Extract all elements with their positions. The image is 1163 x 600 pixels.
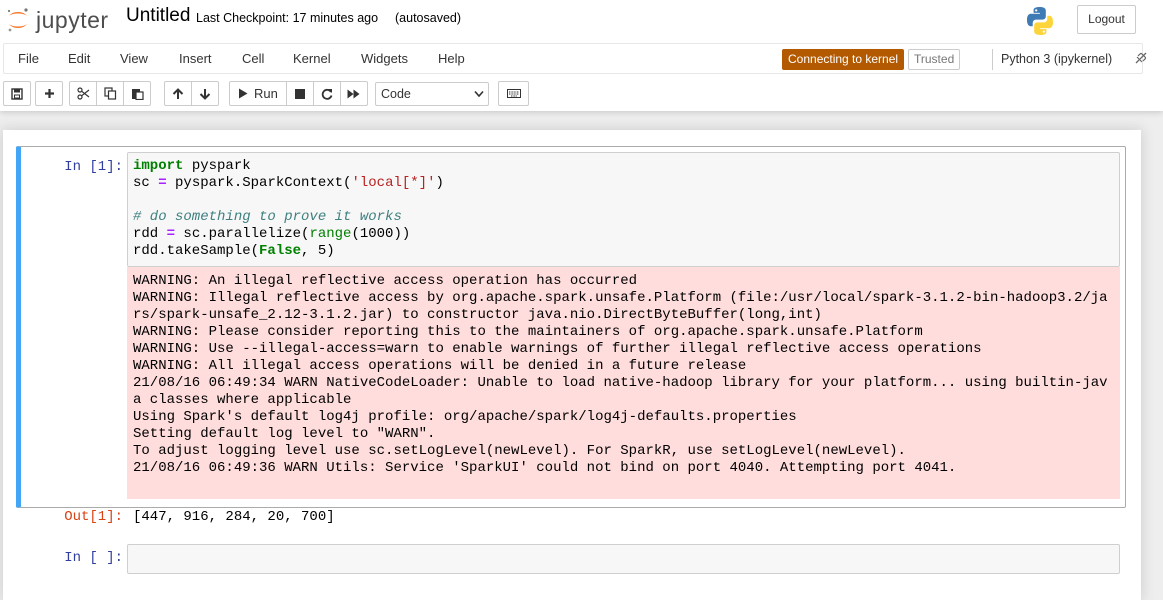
trusted-button[interactable]: Trusted <box>908 49 961 70</box>
run-label: Run <box>254 86 278 101</box>
paste-button[interactable] <box>123 81 151 106</box>
save-button[interactable] <box>3 81 31 106</box>
restart-icon <box>321 88 333 100</box>
stderr-line: WARNING: An illegal reflective access op… <box>133 273 638 289</box>
restart-button[interactable] <box>312 81 341 106</box>
kernel-name-area: Python 3 (ipykernel) <box>992 49 1112 70</box>
cut-button[interactable] <box>69 81 97 106</box>
code-line: # do something to prove it works <box>133 209 402 225</box>
code-line: rdd = sc.parallelize(range(1000)) <box>133 226 411 242</box>
menu-widgets[interactable]: Widgets <box>361 51 408 66</box>
stderr-line: 21/08/16 06:49:36 WARN Utils: Service 'S… <box>133 460 957 476</box>
toolbar-move-group <box>164 81 219 107</box>
input-prompt: In [1]: <box>64 159 123 175</box>
stderr-line: 21/08/16 06:49:34 WARN NativeCodeLoader:… <box>133 375 1108 391</box>
jupyter-logo[interactable]: jupyter <box>6 5 109 35</box>
move-up-button[interactable] <box>164 81 192 106</box>
menu-cell[interactable]: Cell <box>242 51 264 66</box>
cell-type-value: Code <box>381 87 411 101</box>
input-prompt: In [ ]: <box>64 550 123 566</box>
chevron-down-icon <box>474 90 484 98</box>
menu-edit[interactable]: Edit <box>68 51 90 66</box>
stderr-line: Using Spark's default log4j profile: org… <box>133 409 797 425</box>
stop-icon <box>294 88 305 99</box>
logo-text: jupyter <box>36 6 109 33</box>
stderr-line: WARNING: Use --illegal-access=warn to en… <box>133 341 982 357</box>
insert-cell-button[interactable] <box>35 81 63 106</box>
menu-file[interactable]: File <box>18 51 39 66</box>
toolbar-run-group: Run <box>229 81 368 107</box>
stderr-line: WARNING: All illegal access operations w… <box>133 358 747 374</box>
menu-kernel[interactable]: Kernel <box>293 51 331 66</box>
command-palette-button[interactable] <box>498 81 529 106</box>
stderr-line: Setting default log level to "WARN". <box>133 426 436 442</box>
kernel-name: Python 3 (ipykernel) <box>1001 52 1113 66</box>
stderr-line: rs/spark-unsafe_2.12-3.1.2.jar) to const… <box>133 307 822 323</box>
code-line: sc = pyspark.SparkContext('local[*]') <box>133 175 444 191</box>
paste-icon <box>131 89 144 100</box>
code-line: import pyspark <box>133 158 251 174</box>
python-logo-icon <box>1027 7 1053 35</box>
output-prompt: Out[1]: <box>64 509 123 525</box>
jupyter-logo-icon <box>8 8 28 32</box>
restart-run-all-button[interactable] <box>339 81 368 106</box>
cut-icon <box>76 87 89 100</box>
copy-button[interactable] <box>96 81 124 106</box>
stderr-line: a classes where applicable <box>133 392 352 408</box>
logout-button[interactable]: Logout <box>1077 5 1136 34</box>
stderr-line: WARNING: Illegal reflective access by or… <box>133 290 1108 306</box>
move-down-button[interactable] <box>191 81 219 106</box>
code-cell-selected[interactable]: In [1]: import pyspark sc = pyspark.Spar… <box>16 146 1126 525</box>
header: jupyter Untitled Last Checkpoint: 17 min… <box>0 0 1163 111</box>
menu-view[interactable]: View <box>120 51 148 66</box>
copy-icon <box>103 87 116 100</box>
kernel-disconnected-icon <box>1135 52 1147 64</box>
notebook-container: In [1]: import pyspark sc = pyspark.Spar… <box>3 130 1141 600</box>
run-button[interactable]: Run <box>229 81 287 106</box>
menu-insert[interactable]: Insert <box>179 51 212 66</box>
menubar: File Edit View Insert Cell Kernel Widget… <box>3 43 1147 74</box>
cell-output: [447, 916, 284, 20, 700] <box>133 509 335 525</box>
plus-icon <box>44 89 54 98</box>
arrow-up-icon <box>172 87 184 99</box>
code-cell[interactable]: In [ ]: <box>16 538 1126 578</box>
code-line: rdd.takeSample(False, 5) <box>133 243 335 259</box>
checkpoint-status: Last Checkpoint: 17 minutes ago <box>196 11 379 25</box>
fast-forward-icon <box>347 89 360 98</box>
toolbar-insert-group <box>35 81 63 107</box>
stderr-line: WARNING: Please consider reporting this … <box>133 324 923 340</box>
save-icon <box>11 87 23 100</box>
code-editor[interactable]: import pyspark sc = pyspark.SparkContext… <box>127 152 1120 267</box>
arrow-down-icon <box>199 88 211 100</box>
keyboard-icon <box>506 89 521 98</box>
code-editor[interactable] <box>127 544 1120 574</box>
stderr-output: WARNING: An illegal reflective access op… <box>127 267 1120 499</box>
notebook-title[interactable]: Untitled <box>126 5 190 27</box>
kernel-status-indicator: Connecting to kernel <box>782 49 905 70</box>
menu-help[interactable]: Help <box>438 51 465 66</box>
autosave-status: (autosaved) <box>395 11 462 25</box>
stderr-line: To adjust logging level use sc.setLogLev… <box>133 443 906 459</box>
interrupt-button[interactable] <box>285 81 314 106</box>
cell-type-select[interactable]: Code <box>375 82 489 106</box>
toolbar-command-palette-group <box>498 81 529 107</box>
toolbar-save-group <box>3 81 31 107</box>
play-icon <box>239 88 248 99</box>
toolbar-edit-group <box>69 81 151 107</box>
